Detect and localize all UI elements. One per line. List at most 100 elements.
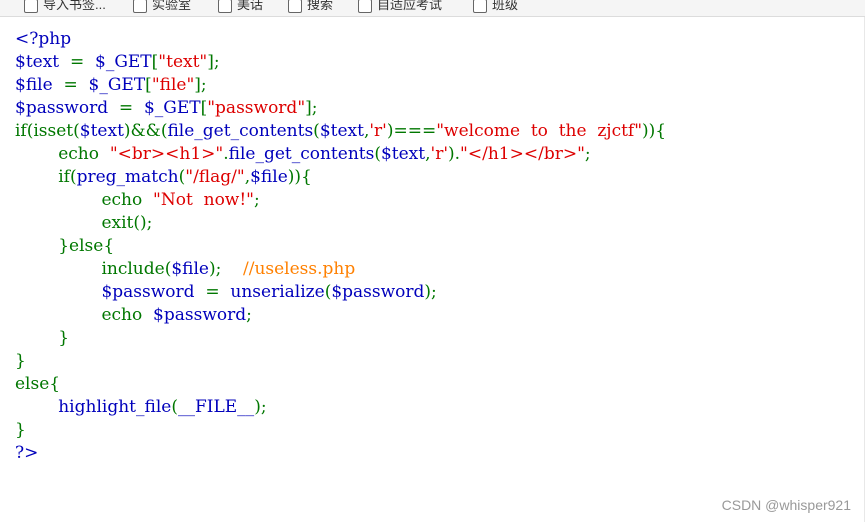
code-token: $_GET xyxy=(88,75,146,95)
code-token: $password xyxy=(153,305,247,325)
code-token: $_GET xyxy=(143,98,201,118)
code-token: ( xyxy=(374,144,381,164)
code-token: $password xyxy=(331,282,425,302)
code-line: include($file); //useless.php xyxy=(15,258,666,281)
code-token: ( xyxy=(171,397,178,417)
code-token: )){ xyxy=(287,167,312,187)
code-token: ?> xyxy=(15,443,39,463)
code-token: include( xyxy=(15,259,172,279)
bookmark-item[interactable]: 美话 xyxy=(218,0,263,13)
code-token: ; xyxy=(246,305,252,325)
code-token: echo xyxy=(15,190,154,210)
code-token: } xyxy=(15,351,26,371)
code-line: $file = $_GET["file"]; xyxy=(15,74,666,97)
code-token: )=== xyxy=(386,121,437,141)
csdn-watermark: CSDN @whisper921 xyxy=(721,497,851,513)
bookmarks-bar: 导入书签... 实验室 美话 搜索 自适应考试 班级 xyxy=(0,0,865,17)
code-token: <?php xyxy=(15,29,72,49)
code-token: ). xyxy=(448,144,461,164)
code-token: ]; xyxy=(305,98,318,118)
code-token: file_get_contents xyxy=(167,121,314,141)
code-token: $text xyxy=(319,121,364,141)
code-token: $file xyxy=(171,259,209,279)
code-token: echo xyxy=(15,305,154,325)
code-token: = xyxy=(52,75,89,95)
code-token: 'r' xyxy=(430,144,448,164)
code-token: "/flag/" xyxy=(185,167,245,187)
code-token: "<br><h1>" xyxy=(109,144,224,164)
code-line: } xyxy=(15,350,666,373)
code-token: ; xyxy=(254,190,260,210)
code-token: $password xyxy=(15,98,109,118)
code-token: $text xyxy=(380,144,426,164)
code-line: if(isset($text)&&(file_get_contents($tex… xyxy=(15,120,666,143)
code-token: __FILE__ xyxy=(177,397,255,417)
code-line: echo "<br><h1>".file_get_contents($text,… xyxy=(15,143,666,166)
code-token: highlight_file xyxy=(58,397,172,417)
code-token: $password xyxy=(101,282,195,302)
code-token: preg_match xyxy=(76,167,179,187)
bookmark-item[interactable]: 搜索 xyxy=(288,0,333,13)
code-line: ?> xyxy=(15,442,666,465)
bookmark-checkbox-icon xyxy=(473,0,487,13)
code-token: ( xyxy=(313,121,320,141)
code-line: } xyxy=(15,419,666,442)
code-line: if(preg_match("/flag/",$file)){ xyxy=(15,166,666,189)
bookmark-checkbox-icon xyxy=(218,0,232,13)
code-token: = xyxy=(59,52,95,72)
code-token: unserialize xyxy=(230,282,325,302)
code-token: = xyxy=(194,282,231,302)
code-token: [ xyxy=(145,75,152,95)
code-line: else{ xyxy=(15,373,666,396)
code-token: "welcome to the zjctf" xyxy=(436,121,643,141)
bookmark-checkbox-icon xyxy=(358,0,372,13)
bookmark-item[interactable]: 实验室 xyxy=(133,0,191,13)
code-token: //useless.php xyxy=(242,259,356,279)
code-token: ); xyxy=(254,397,267,417)
code-line: $password = unserialize($password); xyxy=(15,281,666,304)
code-line: <?php xyxy=(15,28,666,51)
code-token: $file xyxy=(15,75,53,95)
code-token: $text xyxy=(79,121,124,141)
code-token: "file" xyxy=(151,75,195,95)
code-token: else{ xyxy=(15,374,61,394)
code-token: "</h1></br>" xyxy=(460,144,585,164)
code-token: $_GET xyxy=(95,52,152,72)
code-token: $text xyxy=(15,52,60,72)
code-token: "password" xyxy=(207,98,306,118)
code-token: file_get_contents xyxy=(228,144,375,164)
code-line: $text = $_GET["text"]; xyxy=(15,51,666,74)
code-token: ); xyxy=(209,259,243,279)
code-token: ; xyxy=(584,144,591,164)
code-line: echo $password; xyxy=(15,304,666,327)
code-line: echo "Not now!"; xyxy=(15,189,666,212)
code-line: exit(); xyxy=(15,212,666,235)
code-line: $password = $_GET["password"]; xyxy=(15,97,666,120)
php-source-code: <?php $text = $_GET["text"]; $file = $_GET… xyxy=(15,28,666,465)
code-token: exit(); xyxy=(15,213,153,233)
code-line: } xyxy=(15,327,666,350)
code-token: = xyxy=(108,98,144,118)
bookmark-checkbox-icon xyxy=(24,0,38,13)
bookmark-item[interactable]: 导入书签... xyxy=(24,0,106,13)
code-token: )){ xyxy=(642,121,667,141)
code-token: ); xyxy=(424,282,437,302)
code-token: } xyxy=(15,420,26,440)
code-token: if( xyxy=(15,167,77,187)
code-token: )&&( xyxy=(123,121,168,141)
code-token: ]; xyxy=(194,75,207,95)
code-token: echo xyxy=(15,144,110,164)
code-token: } xyxy=(15,328,70,348)
code-line: highlight_file(__FILE__); xyxy=(15,396,666,419)
code-token: ]; xyxy=(207,52,220,72)
bookmark-item[interactable]: 班级 xyxy=(473,0,518,13)
bookmark-item[interactable]: 自适应考试 xyxy=(358,0,442,13)
code-token: "Not now!" xyxy=(153,190,255,210)
bookmark-checkbox-icon xyxy=(288,0,302,13)
code-token: }else{ xyxy=(15,236,115,256)
bookmark-checkbox-icon xyxy=(133,0,147,13)
code-line: }else{ xyxy=(15,235,666,258)
code-token: 'r' xyxy=(369,121,387,141)
